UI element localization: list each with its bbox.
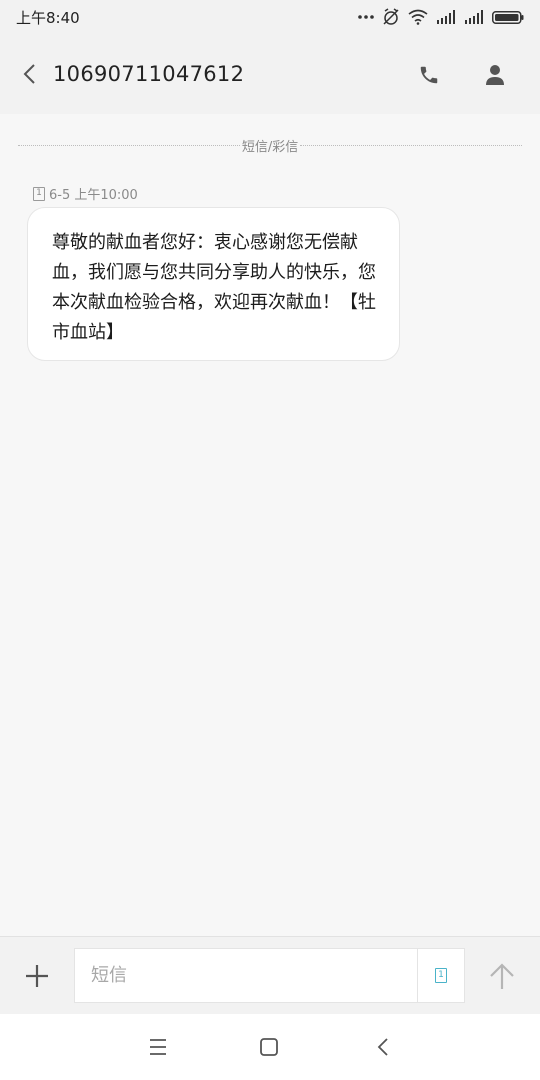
alarm-off-icon bbox=[383, 8, 399, 25]
message-type-divider: 短信/彩信 bbox=[18, 135, 523, 155]
add-attachment-button[interactable] bbox=[20, 959, 54, 993]
status-icons bbox=[358, 8, 524, 26]
nav-home-button[interactable] bbox=[258, 1036, 280, 1058]
back-button[interactable] bbox=[14, 56, 44, 92]
wifi-icon bbox=[408, 9, 428, 25]
sms-input-container bbox=[74, 948, 417, 1003]
message-timestamp: 6-5 上午10:00 bbox=[49, 188, 138, 203]
more-dots-icon bbox=[358, 15, 374, 19]
message-meta: 1 6-5 上午10:00 bbox=[33, 184, 138, 203]
battery-icon bbox=[492, 10, 524, 24]
message-type-label: 短信/彩信 bbox=[241, 139, 299, 155]
phone-icon bbox=[420, 66, 438, 84]
menu-icon bbox=[150, 1039, 166, 1055]
divider-line-left bbox=[18, 144, 240, 146]
conversation-title: 10690711047612 bbox=[53, 62, 245, 86]
signal-1-icon bbox=[437, 10, 455, 24]
message-bubble[interactable]: 尊敬的献血者您好：衷心感谢您无偿献血，我们愿与您共同分享助人的快乐，您本次献血检… bbox=[27, 207, 400, 361]
system-nav-bar bbox=[0, 1014, 540, 1080]
back-icon bbox=[377, 1038, 388, 1056]
send-icon bbox=[490, 963, 514, 989]
home-icon bbox=[260, 1038, 278, 1056]
sim-select-button[interactable]: 1 bbox=[417, 948, 465, 1003]
status-time: 上午8:40 bbox=[16, 8, 80, 27]
send-button[interactable] bbox=[484, 957, 520, 995]
contact-icon bbox=[486, 65, 504, 85]
compose-bar: 1 bbox=[0, 936, 540, 1014]
call-button[interactable] bbox=[412, 58, 446, 92]
sim-icon: 1 bbox=[33, 186, 45, 201]
back-icon bbox=[23, 64, 35, 84]
sms-input[interactable] bbox=[89, 964, 403, 987]
sim-icon: 1 bbox=[435, 968, 447, 983]
nav-back-button[interactable] bbox=[372, 1036, 394, 1058]
nav-menu-button[interactable] bbox=[146, 1036, 170, 1058]
conversation-header: 10690711047612 bbox=[0, 34, 540, 114]
divider-line-right bbox=[300, 144, 523, 146]
signal-2-icon bbox=[465, 10, 483, 24]
status-bar: 上午8:40 bbox=[0, 0, 540, 34]
contact-button[interactable] bbox=[478, 58, 512, 92]
add-icon bbox=[26, 965, 48, 987]
